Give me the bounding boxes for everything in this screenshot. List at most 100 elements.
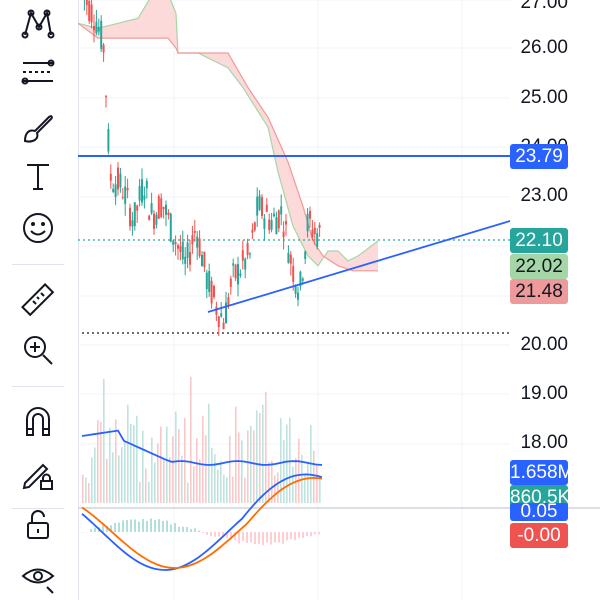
candle-body: [107, 129, 110, 152]
volume-bar: [154, 462, 156, 503]
volume-bar: [211, 447, 213, 503]
macd-histogram-bar: [214, 532, 216, 537]
magnet-tool-button[interactable]: [10, 398, 66, 446]
emoji-tool-button[interactable]: [10, 204, 66, 252]
macd-histogram-bar: [302, 532, 304, 538]
macd-histogram-bar: [266, 532, 268, 543]
volume-bar: [136, 415, 138, 503]
macd-histogram-bar: [290, 532, 292, 539]
toolbar-divider: [12, 386, 64, 387]
fib-tool-button[interactable]: [10, 48, 66, 96]
candle-body: [95, 21, 98, 33]
volume-bar: [118, 455, 120, 503]
macd-histogram-bar: [294, 532, 296, 541]
text-tool-button[interactable]: [10, 152, 66, 200]
candle-body: [301, 278, 304, 281]
candle-body: [172, 240, 175, 245]
volume-bar: [283, 440, 285, 503]
macd-histogram-bar: [318, 532, 320, 535]
candle-body: [153, 213, 155, 229]
cloud-bottom-tag: 21.48: [510, 279, 568, 304]
price-axis-label: 18.00: [520, 432, 568, 453]
macd-histogram-bar: [310, 532, 312, 537]
candle-body: [191, 235, 194, 245]
volume-bar: [97, 420, 99, 503]
level-price-tag: 23.79: [510, 144, 568, 169]
chart-pane[interactable]: 27.00 26.00 25.00 24.00 23.00 22.00 21.0…: [78, 0, 600, 600]
macd-histogram-bar: [162, 520, 164, 532]
candle-body: [208, 271, 211, 292]
volume-bar: [298, 438, 300, 503]
candle-body: [189, 252, 191, 265]
candle-body: [237, 263, 239, 285]
candle-body: [193, 230, 196, 233]
candle-body: [268, 219, 271, 231]
macd-histogram: [82, 518, 320, 546]
macd-histogram-bar: [306, 532, 308, 537]
volume-bar: [223, 474, 225, 503]
volume-bar: [151, 437, 153, 503]
candle-body: [282, 231, 285, 238]
macd-tag: 0.05: [510, 502, 568, 521]
lock-draw-tool-icon: [22, 463, 53, 490]
unlock-tool-button[interactable]: [10, 500, 66, 548]
macd-histogram-bar: [218, 532, 220, 537]
candle-body: [217, 316, 220, 327]
candle-body: [97, 26, 100, 32]
candle-body: [265, 204, 268, 212]
volume-bar: [175, 411, 177, 503]
candle-body: [297, 292, 299, 300]
volume-bar: [229, 435, 231, 503]
volume-bar: [82, 474, 84, 503]
toolbar-divider: [12, 264, 64, 265]
candle-body: [241, 250, 244, 261]
volume-bar: [205, 435, 207, 503]
brush-tool-button[interactable]: [10, 104, 66, 152]
volume-bar: [256, 410, 258, 503]
trend-line[interactable]: [207, 220, 511, 313]
ruler-tool-button[interactable]: [10, 276, 66, 324]
macd-histogram-bar: [206, 532, 208, 535]
candle-body: [251, 229, 254, 233]
volume-bar: [265, 392, 267, 503]
volume-bar: [250, 425, 252, 503]
volume-bar: [313, 450, 315, 503]
candle-body: [133, 202, 136, 227]
candle-body: [313, 227, 316, 235]
candle-body: [196, 236, 199, 248]
zoom-in-tool-button[interactable]: [10, 326, 66, 374]
macd-histogram-bar: [158, 519, 160, 532]
candle-body: [203, 251, 206, 268]
volume-bar: [253, 430, 255, 503]
macd-histogram-bar: [298, 532, 300, 538]
volume-bar: [187, 482, 189, 503]
emoji-tool-icon: [23, 213, 53, 243]
volume-bar: [238, 432, 240, 503]
brush-tool-icon: [23, 115, 53, 143]
macd-histogram-bar: [258, 532, 260, 544]
candle-body: [138, 186, 141, 201]
volume-bars: [82, 376, 321, 503]
volume-bar: [220, 460, 222, 503]
candle-body: [292, 266, 295, 282]
drawing-toolbar: [0, 0, 78, 600]
candle-body: [141, 179, 143, 203]
candle-body: [169, 213, 172, 242]
candle-body: [90, 4, 93, 23]
candle-body: [174, 242, 177, 245]
pattern-tool-button[interactable]: [10, 0, 66, 48]
candle-body: [181, 241, 184, 260]
volume-bar: [172, 436, 174, 503]
candle-body: [234, 264, 237, 279]
lock-draw-tool-button[interactable]: [10, 450, 66, 498]
volume-bar: [277, 472, 279, 503]
candle-body: [119, 173, 122, 188]
volume-bar: [112, 452, 114, 503]
volume-bar: [130, 423, 132, 503]
candle-body: [121, 197, 124, 199]
volume-bar: [286, 424, 288, 503]
ruler-tool-icon: [21, 283, 55, 317]
eye-tool-button[interactable]: [10, 552, 66, 600]
candle-body: [244, 258, 247, 270]
ichimoku-cloud-bearish: [78, 0, 378, 271]
